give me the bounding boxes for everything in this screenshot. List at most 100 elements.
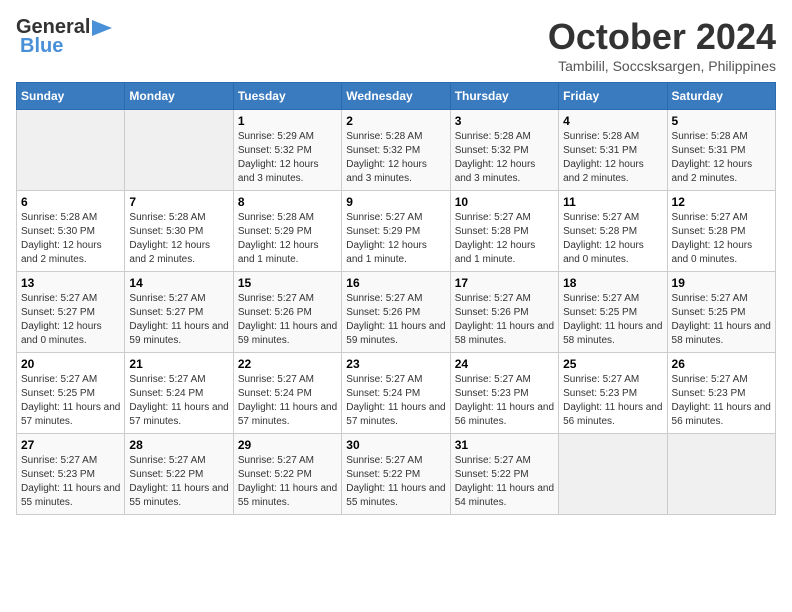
- day-info: Sunrise: 5:27 AMSunset: 5:23 PMDaylight:…: [455, 373, 554, 429]
- day-number: 21: [129, 357, 228, 371]
- week-row-3: 13 Sunrise: 5:27 AMSunset: 5:27 PMDayligh…: [17, 272, 776, 353]
- day-number: 2: [346, 114, 445, 128]
- week-row-1: 1 Sunrise: 5:29 AMSunset: 5:32 PMDaylight…: [17, 110, 776, 191]
- day-cell: 2Sunrise: 5:28 AMSunset: 5:32 PMDaylight…: [342, 110, 450, 191]
- calendar-table: SundayMondayTuesdayWednesdayThursdayFrid…: [16, 82, 776, 515]
- day-cell: 11Sunrise: 5:27 AMSunset: 5:28 PMDayligh…: [559, 191, 667, 272]
- day-cell: [17, 110, 125, 191]
- day-cell: 13 Sunrise: 5:27 AMSunset: 5:27 PMDayligh…: [17, 272, 125, 353]
- header-row: SundayMondayTuesdayWednesdayThursdayFrid…: [17, 83, 776, 110]
- day-number: 22: [238, 357, 337, 371]
- day-cell: 27 Sunrise: 5:27 AMSunset: 5:23 PMDayligh…: [17, 434, 125, 515]
- day-info: Sunrise: 5:27 AMSunset: 5:22 PMDaylight:…: [238, 454, 337, 510]
- day-cell: [125, 110, 233, 191]
- day-info: Sunrise: 5:27 AMSunset: 5:24 PMDaylight:…: [346, 373, 445, 429]
- day-cell: 5 Sunrise: 5:28 AMSunset: 5:31 PMDaylight…: [667, 110, 775, 191]
- day-number: 24: [455, 357, 554, 371]
- day-number: 16: [346, 276, 445, 290]
- day-number: 9: [346, 195, 445, 209]
- day-number: 6: [21, 195, 120, 209]
- day-number: 15: [238, 276, 337, 290]
- day-number: 12: [672, 195, 771, 209]
- day-info: Sunrise: 5:27 AMSunset: 5:23 PMDaylight:…: [563, 373, 662, 429]
- day-number: 3: [455, 114, 554, 128]
- day-cell: [559, 434, 667, 515]
- day-info: Sunrise: 5:28 AMSunset: 5:31 PMDaylight:…: [563, 130, 662, 186]
- day-cell: 20 Sunrise: 5:27 AMSunset: 5:25 PMDayligh…: [17, 353, 125, 434]
- day-info: Sunrise: 5:27 AMSunset: 5:27 PMDaylight:…: [21, 292, 120, 348]
- day-cell: 31Sunrise: 5:27 AMSunset: 5:22 PMDayligh…: [450, 434, 558, 515]
- day-number: 17: [455, 276, 554, 290]
- day-cell: 30 Sunrise: 5:27 AMSunset: 5:22 PMDayligh…: [342, 434, 450, 515]
- day-cell: 24 Sunrise: 5:27 AMSunset: 5:23 PMDayligh…: [450, 353, 558, 434]
- day-info: Sunrise: 5:27 AMSunset: 5:23 PMDaylight:…: [672, 373, 771, 429]
- day-info: Sunrise: 5:27 AMSunset: 5:25 PMDaylight:…: [672, 292, 771, 348]
- day-number: 28: [129, 438, 228, 452]
- title-section: October 2024 Tambilil, Soccsksargen, Phi…: [548, 16, 776, 74]
- location: Tambilil, Soccsksargen, Philippines: [548, 58, 776, 74]
- header-saturday: Saturday: [667, 83, 775, 110]
- day-number: 8: [238, 195, 337, 209]
- day-cell: 1 Sunrise: 5:29 AMSunset: 5:32 PMDaylight…: [233, 110, 341, 191]
- day-info: Sunrise: 5:27 AMSunset: 5:25 PMDaylight:…: [21, 373, 120, 429]
- day-info: Sunrise: 5:29 AMSunset: 5:32 PMDaylight:…: [238, 130, 337, 186]
- day-info: Sunrise: 5:28 AMSunset: 5:30 PMDaylight:…: [21, 211, 120, 267]
- header-sunday: Sunday: [17, 83, 125, 110]
- logo: General Blue: [16, 16, 112, 58]
- day-number: 27: [21, 438, 120, 452]
- day-number: 26: [672, 357, 771, 371]
- day-cell: 14 Sunrise: 5:27 AMSunset: 5:27 PMDayligh…: [125, 272, 233, 353]
- day-number: 13: [21, 276, 120, 290]
- day-number: 23: [346, 357, 445, 371]
- day-info: Sunrise: 5:28 AMSunset: 5:29 PMDaylight:…: [238, 211, 337, 267]
- header-thursday: Thursday: [450, 83, 558, 110]
- day-info: Sunrise: 5:27 AMSunset: 5:28 PMDaylight:…: [672, 211, 771, 267]
- day-cell: 12 Sunrise: 5:27 AMSunset: 5:28 PMDayligh…: [667, 191, 775, 272]
- day-number: 18: [563, 276, 662, 290]
- day-cell: 7 Sunrise: 5:28 AMSunset: 5:30 PMDaylight…: [125, 191, 233, 272]
- day-cell: 3 Sunrise: 5:28 AMSunset: 5:32 PMDaylight…: [450, 110, 558, 191]
- day-cell: 15 Sunrise: 5:27 AMSunset: 5:26 PMDayligh…: [233, 272, 341, 353]
- day-cell: [667, 434, 775, 515]
- day-cell: 8 Sunrise: 5:28 AMSunset: 5:29 PMDaylight…: [233, 191, 341, 272]
- day-cell: 6 Sunrise: 5:28 AMSunset: 5:30 PMDaylight…: [17, 191, 125, 272]
- day-number: 31: [455, 438, 554, 452]
- day-info: Sunrise: 5:27 AMSunset: 5:26 PMDaylight:…: [238, 292, 337, 348]
- day-info: Sunrise: 5:28 AMSunset: 5:32 PMDaylight:…: [455, 130, 554, 186]
- header-wednesday: Wednesday: [342, 83, 450, 110]
- day-number: 30: [346, 438, 445, 452]
- day-info: Sunrise: 5:27 AMSunset: 5:27 PMDaylight:…: [129, 292, 228, 348]
- day-cell: 22 Sunrise: 5:27 AMSunset: 5:24 PMDayligh…: [233, 353, 341, 434]
- day-cell: 4 Sunrise: 5:28 AMSunset: 5:31 PMDaylight…: [559, 110, 667, 191]
- week-row-4: 20 Sunrise: 5:27 AMSunset: 5:25 PMDayligh…: [17, 353, 776, 434]
- day-number: 14: [129, 276, 228, 290]
- day-info: Sunrise: 5:27 AMSunset: 5:26 PMDaylight:…: [346, 292, 445, 348]
- day-cell: 16 Sunrise: 5:27 AMSunset: 5:26 PMDayligh…: [342, 272, 450, 353]
- day-number: 11: [563, 195, 662, 209]
- day-info: Sunrise: 5:27 AMSunset: 5:22 PMDaylight:…: [129, 454, 228, 510]
- header-friday: Friday: [559, 83, 667, 110]
- logo-icon: [92, 20, 112, 36]
- day-number: 20: [21, 357, 120, 371]
- day-info: Sunrise: 5:27 AMSunset: 5:23 PMDaylight:…: [21, 454, 120, 510]
- day-info: Sunrise: 5:27 AMSunset: 5:22 PMDaylight:…: [346, 454, 445, 510]
- day-number: 25: [563, 357, 662, 371]
- day-number: 19: [672, 276, 771, 290]
- day-info: Sunrise: 5:28 AMSunset: 5:30 PMDaylight:…: [129, 211, 228, 267]
- month-title: October 2024: [548, 16, 776, 58]
- day-info: Sunrise: 5:27 AMSunset: 5:29 PMDaylight:…: [346, 211, 445, 267]
- day-number: 29: [238, 438, 337, 452]
- header-monday: Monday: [125, 83, 233, 110]
- day-info: Sunrise: 5:27 AMSunset: 5:24 PMDaylight:…: [238, 373, 337, 429]
- day-number: 7: [129, 195, 228, 209]
- day-number: 5: [672, 114, 771, 128]
- week-row-5: 27 Sunrise: 5:27 AMSunset: 5:23 PMDayligh…: [17, 434, 776, 515]
- day-cell: 21Sunrise: 5:27 AMSunset: 5:24 PMDayligh…: [125, 353, 233, 434]
- day-number: 4: [563, 114, 662, 128]
- day-cell: 9 Sunrise: 5:27 AMSunset: 5:29 PMDaylight…: [342, 191, 450, 272]
- day-number: 10: [455, 195, 554, 209]
- day-cell: 10Sunrise: 5:27 AMSunset: 5:28 PMDayligh…: [450, 191, 558, 272]
- day-number: 1: [238, 114, 337, 128]
- day-info: Sunrise: 5:28 AMSunset: 5:31 PMDaylight:…: [672, 130, 771, 186]
- day-cell: 29 Sunrise: 5:27 AMSunset: 5:22 PMDayligh…: [233, 434, 341, 515]
